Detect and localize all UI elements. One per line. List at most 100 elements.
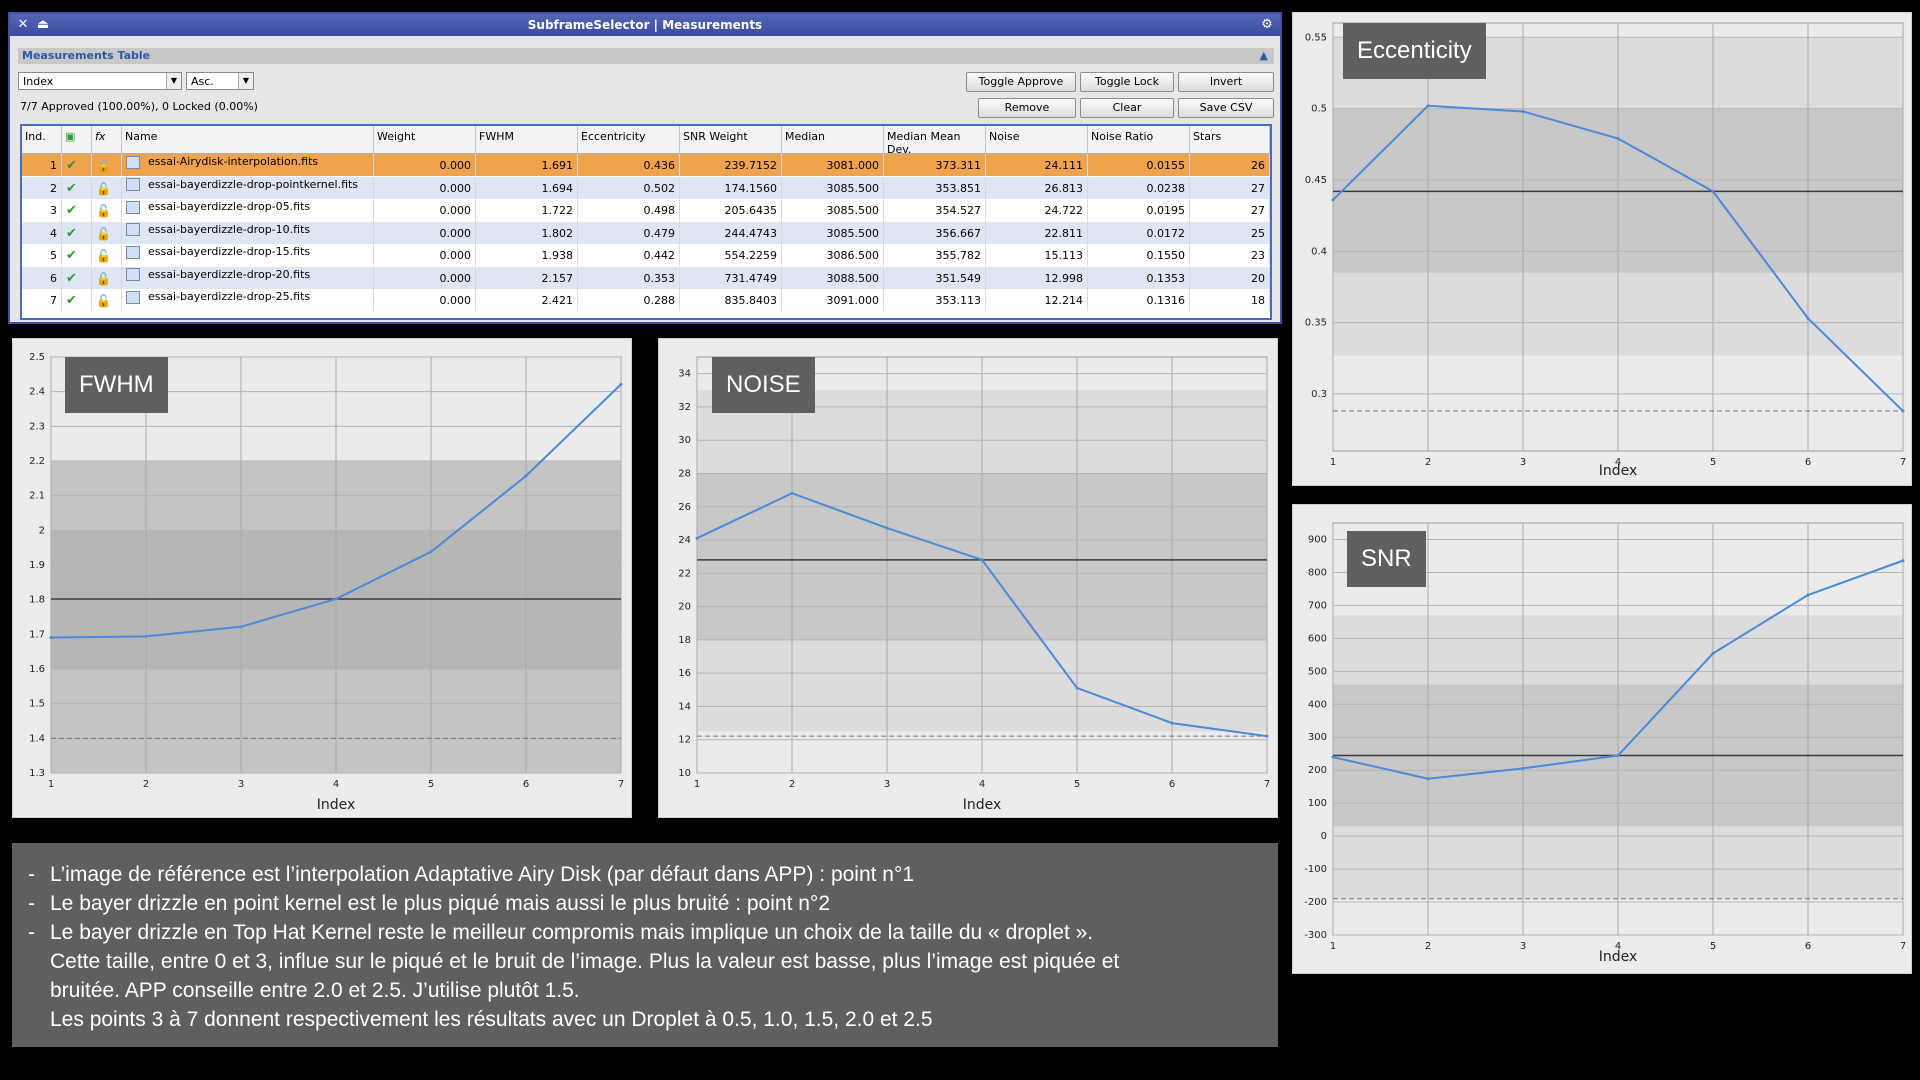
y-tick-label: 0.5 xyxy=(1311,104,1327,115)
unlock-icon[interactable]: 🔓 xyxy=(96,249,111,263)
check-icon[interactable]: ✔ xyxy=(66,293,77,308)
cell-median-mean-dev: 373.311 xyxy=(884,154,986,176)
image-file-icon xyxy=(126,200,140,214)
unlock-icon[interactable]: 🔓 xyxy=(96,182,111,196)
toggle-lock-button[interactable]: Toggle Lock xyxy=(1080,72,1174,92)
x-tick-label: 2 xyxy=(143,779,149,790)
note-text: Cette taille, entre 0 et 3, influe sur l… xyxy=(50,950,1120,973)
sort-order-select[interactable]: Asc. ▼ xyxy=(186,72,254,90)
check-icon[interactable]: ✔ xyxy=(66,158,77,173)
shade-icon[interactable]: ⏏ xyxy=(34,14,52,36)
window-titlebar[interactable]: ✕ ⏏ SubframeSelector | Measurements ⚙ xyxy=(10,14,1280,36)
cell-eccentricity: 0.353 xyxy=(578,266,680,289)
cell-eccentricity: 0.436 xyxy=(578,154,680,176)
clear-button[interactable]: Clear xyxy=(1080,98,1174,118)
header-noise[interactable]: Noise xyxy=(986,126,1088,154)
check-icon[interactable]: ✔ xyxy=(66,203,77,218)
window-title: SubframeSelector | Measurements xyxy=(527,18,763,32)
data-point xyxy=(619,382,623,386)
cell-approved: ✔ xyxy=(62,289,92,311)
header-noise-ratio[interactable]: Noise Ratio xyxy=(1088,126,1190,154)
data-point xyxy=(1616,754,1620,758)
close-icon[interactable]: ✕ xyxy=(14,14,32,36)
cell-approved: ✔ xyxy=(62,154,92,176)
check-icon[interactable]: ✔ xyxy=(66,271,77,286)
header-approved[interactable]: ▣ xyxy=(62,126,92,154)
measurements-table[interactable]: Ind. ▣ fx Name Weight FWHM Eccentricity SNR Wei… xyxy=(20,124,1272,320)
cell-noise-ratio: 0.0172 xyxy=(1088,221,1190,244)
cell-approved: ✔ xyxy=(62,176,92,199)
cell-eccentricity: 0.498 xyxy=(578,199,680,221)
bullet-dash: - xyxy=(28,892,35,915)
y-tick-label: 14 xyxy=(678,701,691,712)
x-tick-label: 6 xyxy=(1805,457,1811,468)
y-tick-label: 1.9 xyxy=(29,560,45,571)
check-icon[interactable]: ✔ xyxy=(66,181,77,196)
y-tick-label: 0.45 xyxy=(1305,175,1327,186)
check-icon[interactable]: ✔ xyxy=(66,248,77,263)
cell-snr-weight: 554.2259 xyxy=(680,244,782,266)
x-tick-label: 5 xyxy=(1710,457,1716,468)
cell-locked: 🔓 xyxy=(92,154,122,176)
y-tick-label: 300 xyxy=(1308,732,1327,743)
cell-fwhm: 2.421 xyxy=(476,289,578,311)
header-snr-weight[interactable]: SNR Weight xyxy=(680,126,782,154)
header-median-mean-dev[interactable]: Median Mean Dev. xyxy=(884,126,986,156)
approved-column-icon: ▣ xyxy=(65,130,76,143)
table-row[interactable]: 7 ✔ 🔓 essai-bayerdizzle-drop-25.fits 0.000 2.… xyxy=(22,289,1270,311)
cell-median-mean-dev: 353.113 xyxy=(884,289,986,311)
settings-gear-icon[interactable]: ⚙ xyxy=(1258,14,1276,36)
remove-button[interactable]: Remove xyxy=(978,98,1076,118)
chevron-down-icon: ▼ xyxy=(238,73,253,89)
y-tick-label: -300 xyxy=(1304,930,1327,941)
measurements-window: ✕ ⏏ SubframeSelector | Measurements ⚙ Me… xyxy=(8,12,1282,324)
cell-noise: 12.998 xyxy=(986,266,1088,289)
header-weight[interactable]: Weight xyxy=(374,126,476,154)
table-row[interactable]: 3 ✔ 🔓 essai-bayerdizzle-drop-05.fits 0.000 1.… xyxy=(22,199,1270,221)
table-row[interactable]: 5 ✔ 🔓 essai-bayerdizzle-drop-15.fits 0.000 1.… xyxy=(22,244,1270,266)
y-tick-label: 0 xyxy=(1321,831,1327,842)
cell-median: 3086.500 xyxy=(782,244,884,266)
image-file-icon xyxy=(126,223,140,236)
cell-snr-weight: 244.4743 xyxy=(680,221,782,244)
data-point xyxy=(239,625,243,629)
header-stars[interactable]: Stars xyxy=(1190,126,1270,154)
section-header[interactable]: Measurements Table ▲ xyxy=(18,48,1274,64)
note-item: - Le bayer drizzle en point kernel est le… xyxy=(28,889,1278,918)
unlock-icon[interactable]: 🔓 xyxy=(96,294,111,308)
cell-noise-ratio: 0.1353 xyxy=(1088,266,1190,289)
header-locked[interactable]: fx xyxy=(92,126,122,154)
sort-field-select[interactable]: Index ▼ xyxy=(18,72,182,90)
x-tick-label: 2 xyxy=(789,779,795,790)
header-fwhm[interactable]: FWHM xyxy=(476,126,578,154)
save-csv-button[interactable]: Save CSV xyxy=(1178,98,1274,118)
collapse-icon[interactable]: ▲ xyxy=(1260,48,1268,64)
unlock-icon[interactable]: 🔓 xyxy=(96,204,111,218)
y-tick-label: 1.8 xyxy=(29,595,45,606)
data-point xyxy=(1806,593,1810,597)
check-icon[interactable]: ✔ xyxy=(66,226,77,241)
header-name[interactable]: Name xyxy=(122,126,374,154)
noise-chart-title: NOISE xyxy=(712,357,815,413)
table-row[interactable]: 1 ✔ 🔓 essai-Airydisk-interpolation.fits 0.00… xyxy=(22,154,1270,176)
table-row[interactable]: 2 ✔ 🔓 essai-bayerdizzle-drop-pointkernel.fi… xyxy=(22,176,1270,199)
header-median[interactable]: Median xyxy=(782,126,884,154)
cell-stars: 18 xyxy=(1190,289,1270,311)
x-tick-label: 3 xyxy=(1520,941,1526,952)
unlock-icon[interactable]: 🔓 xyxy=(96,159,111,173)
x-tick-label: 7 xyxy=(1264,779,1270,790)
header-eccentricity[interactable]: Eccentricity xyxy=(578,126,680,154)
unlock-icon[interactable]: 🔓 xyxy=(96,227,111,241)
header-index[interactable]: Ind. xyxy=(22,126,62,154)
data-point xyxy=(1331,755,1335,759)
table-row[interactable]: 6 ✔ 🔓 essai-bayerdizzle-drop-20.fits 0.000 2.… xyxy=(22,266,1270,289)
y-tick-label: 16 xyxy=(678,668,691,679)
y-tick-label: 34 xyxy=(678,369,691,380)
table-row[interactable]: 4 ✔ 🔓 essai-bayerdizzle-drop-10.fits 0.000 1.… xyxy=(22,221,1270,244)
x-tick-label: 1 xyxy=(1330,457,1336,468)
toggle-approve-button[interactable]: Toggle Approve xyxy=(966,72,1076,92)
x-tick-label: 6 xyxy=(1805,941,1811,952)
unlock-icon[interactable]: 🔓 xyxy=(96,272,111,286)
invert-button[interactable]: Invert xyxy=(1178,72,1274,92)
cell-name: essai-bayerdizzle-drop-05.fits xyxy=(122,199,374,221)
